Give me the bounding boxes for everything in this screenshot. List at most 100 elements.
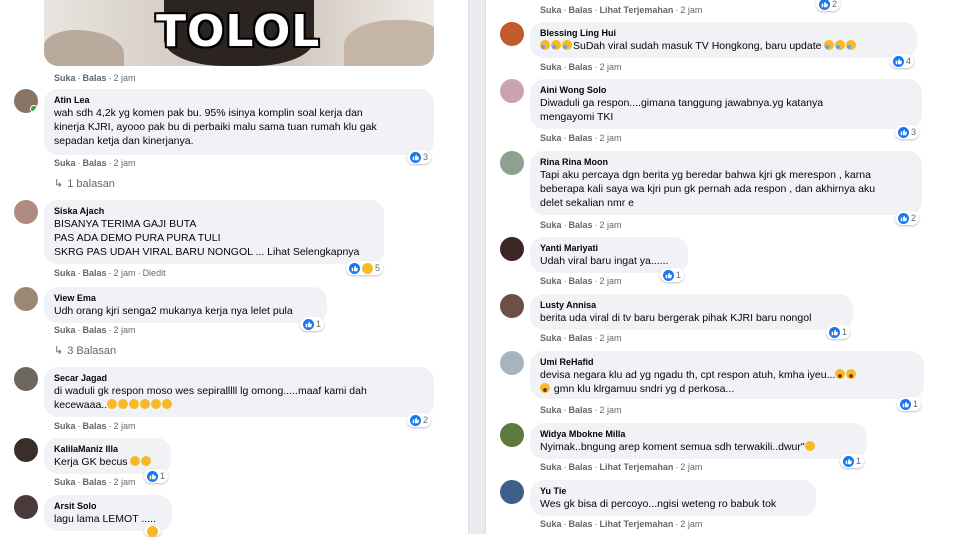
commenter-name[interactable]: Yu Tie — [540, 485, 806, 497]
reaction-count[interactable]: 1 — [144, 469, 168, 483]
like-link[interactable]: Suka — [540, 133, 562, 143]
avatar[interactable] — [500, 151, 524, 175]
like-reaction-icon — [898, 213, 909, 224]
reaction-number: 1 — [160, 471, 165, 481]
commenter-name[interactable]: Umi ReHafid — [540, 356, 914, 368]
reaction-count[interactable]: 1 — [826, 325, 850, 339]
like-link[interactable]: Suka — [540, 405, 562, 415]
avatar[interactable] — [500, 480, 524, 504]
reply-link[interactable]: Balas — [83, 73, 107, 83]
reply-link[interactable]: Balas — [569, 62, 593, 72]
reaction-count[interactable] — [144, 526, 161, 536]
commenter-name[interactable]: View Ema — [54, 292, 317, 304]
timestamp[interactable]: 2 jam — [600, 405, 622, 415]
like-link[interactable]: Suka — [54, 421, 76, 431]
like-link[interactable]: Suka — [540, 519, 562, 529]
like-link[interactable]: Suka — [540, 462, 562, 472]
reaction-count[interactable]: 1 — [660, 268, 684, 282]
avatar[interactable] — [14, 495, 38, 519]
avatar[interactable] — [500, 423, 524, 447]
reaction-count[interactable]: 5 — [346, 261, 383, 275]
timestamp[interactable]: 2 jam — [114, 158, 136, 168]
commenter-name[interactable]: Widya Mbokne Milla — [540, 428, 857, 440]
commenter-name[interactable]: Aini Wong Solo — [540, 84, 912, 96]
comment-text: lagu lama LEMOT ..... — [54, 512, 162, 526]
commenter-name[interactable]: Rina Rina Moon — [540, 156, 912, 168]
timestamp[interactable]: 2 jam — [114, 477, 136, 487]
reaction-count[interactable]: 1 — [897, 397, 921, 411]
timestamp[interactable]: 2 jam — [114, 421, 136, 431]
like-link[interactable]: Suka — [540, 220, 562, 230]
timestamp[interactable]: 2 jam — [600, 276, 622, 286]
like-link[interactable]: Suka — [54, 477, 76, 487]
reaction-count[interactable]: 4 — [890, 54, 914, 68]
view-replies-link[interactable]: ↳3 Balasan — [54, 344, 116, 357]
avatar[interactable] — [14, 89, 38, 113]
commenter-name[interactable]: Arsit Solo — [54, 500, 162, 512]
view-replies-link[interactable]: ↳1 balasan — [54, 177, 115, 190]
like-link[interactable]: Suka — [540, 276, 562, 286]
timestamp[interactable]: 2 jam — [680, 5, 702, 15]
avatar[interactable] — [14, 438, 38, 462]
reply-link[interactable]: Balas — [569, 333, 593, 343]
like-link[interactable]: Suka — [54, 73, 76, 83]
avatar[interactable] — [500, 351, 524, 375]
reply-link[interactable]: Balas — [83, 158, 107, 168]
avatar[interactable] — [500, 294, 524, 318]
reaction-count[interactable]: 3 — [895, 125, 919, 139]
meme-image[interactable]: TOLOL — [44, 0, 434, 66]
like-link[interactable]: Suka — [540, 62, 562, 72]
like-link[interactable]: Suka — [54, 325, 76, 335]
reaction-count[interactable]: 2 — [407, 413, 431, 427]
commenter-name[interactable]: Secar Jagad — [54, 372, 424, 384]
reaction-count[interactable]: 2 — [895, 211, 919, 225]
avatar[interactable] — [500, 237, 524, 261]
reply-link[interactable]: Balas — [83, 421, 107, 431]
timestamp[interactable]: 2 jam — [600, 333, 622, 343]
avatar[interactable] — [14, 200, 38, 224]
timestamp[interactable]: 2 jam — [114, 73, 136, 83]
like-link[interactable]: Suka — [54, 268, 76, 278]
avatar[interactable] — [500, 79, 524, 103]
reply-link[interactable]: Balas — [569, 405, 593, 415]
commenter-name[interactable]: KalilaManiz Illa — [54, 443, 161, 455]
timestamp[interactable]: 2 jam — [600, 62, 622, 72]
comment-text: Udah viral baru ingat ya...... — [540, 254, 678, 268]
reply-link[interactable]: Balas — [569, 519, 593, 529]
commenter-name[interactable]: Siska Ajach — [54, 205, 374, 217]
commenter-name[interactable]: Yanti Mariyati — [540, 242, 678, 254]
comment-actions: Suka·Balas·2 jam — [540, 405, 622, 416]
reaction-count[interactable]: 3 — [407, 150, 431, 164]
reply-link[interactable]: Balas — [83, 325, 107, 335]
reaction-count[interactable]: 1 — [840, 454, 864, 468]
timestamp[interactable]: 2 jam — [600, 133, 622, 143]
translate-link[interactable]: Lihat Terjemahan — [600, 519, 674, 529]
avatar[interactable] — [500, 22, 524, 46]
timestamp[interactable]: 2 jam — [600, 220, 622, 230]
commenter-name[interactable]: Atin Lea — [54, 94, 424, 106]
timestamp[interactable]: 2 jam — [680, 462, 702, 472]
reply-link[interactable]: Balas — [569, 133, 593, 143]
commenter-name[interactable]: Blessing Ling Hui — [540, 27, 907, 39]
reply-link[interactable]: Balas — [83, 268, 107, 278]
reply-link[interactable]: Balas — [569, 220, 593, 230]
reaction-number: 4 — [906, 56, 911, 66]
reply-link[interactable]: Balas — [569, 276, 593, 286]
avatar[interactable] — [14, 367, 38, 391]
reaction-count[interactable]: 2 — [816, 0, 840, 11]
commenter-name[interactable]: Lusty Annisa — [540, 299, 843, 311]
like-link[interactable]: Suka — [54, 158, 76, 168]
reply-link[interactable]: Balas — [569, 462, 593, 472]
timestamp[interactable]: 2 jam — [114, 268, 136, 278]
like-link[interactable]: Suka — [540, 333, 562, 343]
translate-link[interactable]: Lihat Terjemahan — [600, 462, 674, 472]
reply-link[interactable]: Balas — [83, 477, 107, 487]
reaction-count[interactable]: 1 — [300, 317, 324, 331]
translate-link[interactable]: Lihat Terjemahan — [600, 5, 674, 15]
avatar[interactable] — [14, 287, 38, 311]
timestamp[interactable]: 2 jam — [680, 519, 702, 529]
reply-link[interactable]: Balas — [569, 5, 593, 15]
comment-text-line2: gmn klu klrgamuu sndri yg d perkosa... — [540, 382, 914, 396]
like-link[interactable]: Suka — [540, 5, 562, 15]
timestamp[interactable]: 2 jam — [114, 325, 136, 335]
